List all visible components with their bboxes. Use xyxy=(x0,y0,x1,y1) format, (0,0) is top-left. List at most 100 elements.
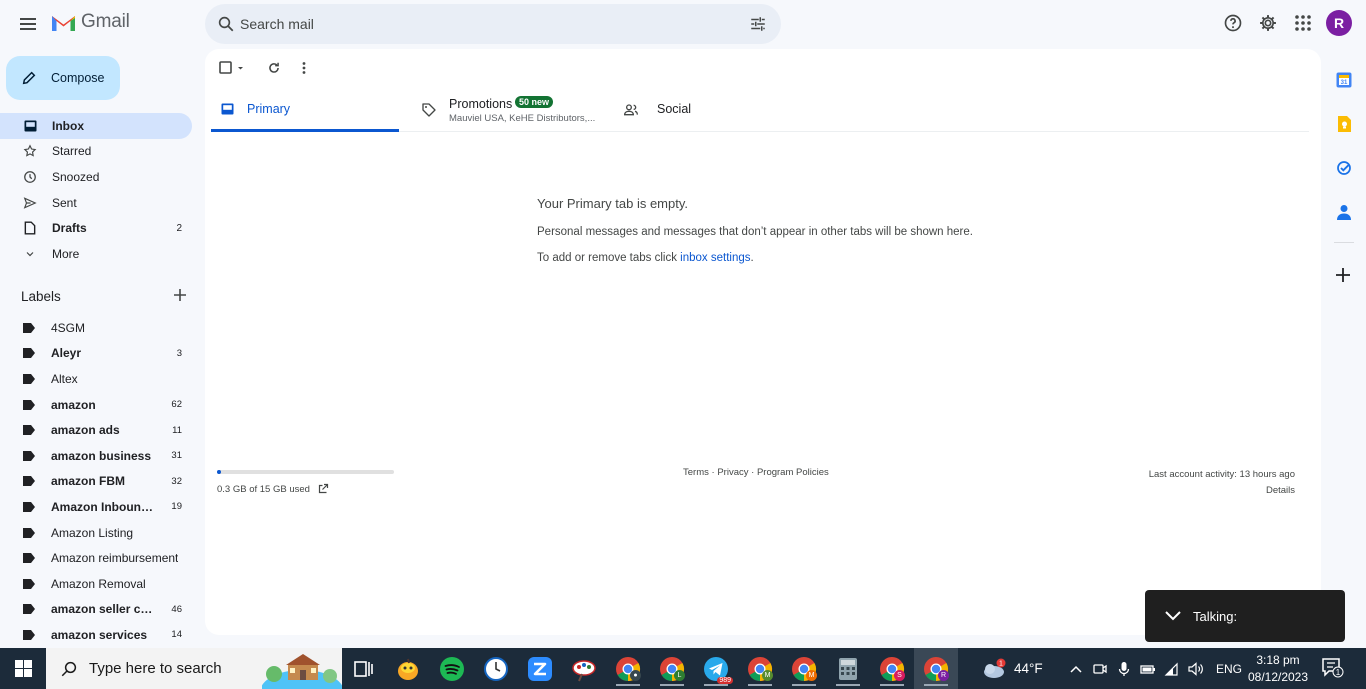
svg-text:31: 31 xyxy=(1341,80,1348,86)
clock-app-icon[interactable] xyxy=(474,648,518,689)
notification-center-icon[interactable]: 1 xyxy=(1322,658,1344,683)
label-item-amazon-fbm[interactable]: amazon FBM 32 xyxy=(0,469,192,495)
chrome-m-icon[interactable]: M xyxy=(738,648,782,689)
storage-usage: 0.3 GB of 15 GB used xyxy=(217,470,394,495)
account-avatar[interactable]: R xyxy=(1326,10,1352,36)
help-icon[interactable] xyxy=(1221,11,1245,35)
tab-primary[interactable]: Primary xyxy=(211,89,399,132)
talking-label: Talking: xyxy=(1193,609,1238,624)
storage-bar xyxy=(217,470,394,474)
sidebar-item-label: Drafts xyxy=(52,221,87,236)
label-count: 32 xyxy=(171,475,182,487)
label-name: Amazon reimbursement xyxy=(51,551,179,566)
send-icon xyxy=(23,196,37,210)
label-item-amazon[interactable]: amazon 62 xyxy=(0,392,192,418)
settings-gear-icon[interactable] xyxy=(1256,11,1280,35)
label-name: Aleyr xyxy=(51,346,82,361)
privacy-link[interactable]: Privacy xyxy=(717,467,748,478)
chrome-s-icon[interactable]: S xyxy=(870,648,914,689)
calculator-icon[interactable] xyxy=(826,648,870,689)
system-tray: ENG xyxy=(1064,648,1246,689)
label-item-amazon-inbound[interactable]: Amazon Inbound ... 19 xyxy=(0,494,192,520)
keep-icon[interactable] xyxy=(1329,102,1359,146)
battery-icon[interactable] xyxy=(1136,663,1160,675)
sidebar-item-sent[interactable]: Sent xyxy=(0,190,192,216)
gmail-logo[interactable]: Gmail xyxy=(50,11,130,33)
zoom-icon[interactable] xyxy=(518,648,562,689)
spotify-icon[interactable] xyxy=(430,648,474,689)
tab-social[interactable]: Social xyxy=(621,89,721,132)
sidebar-item-inbox[interactable]: Inbox xyxy=(0,113,192,139)
windows-start-icon[interactable] xyxy=(0,648,46,689)
select-all-checkbox[interactable] xyxy=(219,59,245,77)
microphone-icon[interactable] xyxy=(1112,661,1136,677)
label-item-amazon-listing[interactable]: Amazon Listing xyxy=(0,520,192,546)
chrome-icon[interactable]: ● xyxy=(606,648,650,689)
show-hidden-icons-chevron-icon[interactable] xyxy=(1064,665,1088,673)
volume-icon[interactable] xyxy=(1184,661,1208,676)
chrome-l-icon[interactable]: L xyxy=(650,648,694,689)
paint-app-icon[interactable] xyxy=(562,648,606,689)
talking-popup[interactable]: Talking: xyxy=(1145,590,1345,642)
get-addons-icon[interactable] xyxy=(1334,266,1352,289)
label-item-amazon-business[interactable]: amazon business 31 xyxy=(0,443,192,469)
search-input[interactable] xyxy=(239,4,739,44)
chrome-r-icon[interactable]: R xyxy=(914,648,958,689)
fruit-app-icon[interactable] xyxy=(386,648,430,689)
compose-button[interactable]: Compose xyxy=(6,56,120,100)
unread-badge: 989 xyxy=(717,677,733,684)
label-item-amazon-ads[interactable]: amazon ads 11 xyxy=(0,417,192,443)
open-external-icon[interactable] xyxy=(317,483,329,495)
sidebar-nav: Inbox Starred Snoozed Sent Drafts 2 More xyxy=(0,113,192,267)
label-tag-icon xyxy=(23,578,35,589)
label-tag-icon xyxy=(23,373,35,384)
storage-text: 0.3 GB of 15 GB used xyxy=(217,483,310,495)
profile-badge: ● xyxy=(630,670,641,681)
main-menu-icon[interactable] xyxy=(16,12,40,36)
terms-link[interactable]: Terms xyxy=(683,467,709,478)
sidebar-item-more[interactable]: More xyxy=(0,241,192,267)
category-tabs: Primary Promotions 50 new Mauviel USA, K… xyxy=(211,89,1309,132)
tasks-icon[interactable] xyxy=(1329,146,1359,190)
more-options-icon[interactable] xyxy=(302,59,306,77)
inbox-settings-link[interactable]: inbox settings xyxy=(680,252,750,264)
calendar-icon[interactable]: 31 xyxy=(1329,58,1359,102)
chrome-m2-icon[interactable]: M xyxy=(782,648,826,689)
gmail-m-icon xyxy=(52,15,75,31)
label-tag-icon xyxy=(23,527,35,538)
activity-details-link[interactable]: Details xyxy=(1149,483,1295,499)
pencil-icon xyxy=(22,71,36,85)
search-options-icon[interactable] xyxy=(749,15,767,33)
system-clock[interactable]: 3:18 pm 08/12/2023 xyxy=(1240,652,1316,686)
sidebar-item-drafts[interactable]: Drafts 2 xyxy=(0,215,192,241)
weather-widget[interactable]: 1 44°F xyxy=(980,648,1043,689)
sidebar-item-starred[interactable]: Starred xyxy=(0,139,192,165)
sidebar-item-snoozed[interactable]: Snoozed xyxy=(0,164,192,190)
label-item-amazon-removal[interactable]: Amazon Removal xyxy=(0,571,192,597)
tab-promotions[interactable]: Promotions 50 new Mauviel USA, KeHE Dist… xyxy=(419,89,609,132)
label-item-amazon-services[interactable]: amazon services 14 xyxy=(0,622,192,648)
storage-bar-fill xyxy=(217,470,221,474)
wifi-icon[interactable] xyxy=(1160,662,1184,676)
label-tag-icon xyxy=(23,450,35,461)
refresh-icon[interactable] xyxy=(267,59,281,77)
last-activity-text: Last account activity: 13 hours ago xyxy=(1148,469,1295,480)
camera-icon[interactable] xyxy=(1088,662,1112,676)
apps-grid-icon[interactable] xyxy=(1291,11,1315,35)
program-policies-link[interactable]: Program Policies xyxy=(757,467,829,478)
create-label-icon[interactable] xyxy=(173,288,187,305)
label-item-amazon-reimbursement[interactable]: Amazon reimbursement xyxy=(0,545,192,571)
label-name: amazon seller cen... xyxy=(51,602,159,617)
task-view-icon[interactable] xyxy=(342,648,386,689)
search-icon[interactable] xyxy=(217,15,235,33)
telegram-icon[interactable]: 989 xyxy=(694,648,738,689)
star-icon xyxy=(23,144,37,158)
empty-state-title: Your Primary tab is empty. xyxy=(537,196,688,211)
contacts-icon[interactable] xyxy=(1329,190,1359,234)
taskbar-search-box[interactable]: Type here to search xyxy=(46,648,342,689)
label-item-aleyr[interactable]: Aleyr 3 xyxy=(0,341,192,367)
label-count: 46 xyxy=(171,603,182,615)
label-item-4sgm[interactable]: 4SGM xyxy=(0,315,192,341)
label-item-altex[interactable]: Altex xyxy=(0,366,192,392)
label-item-amazon-seller-central[interactable]: amazon seller cen... 46 xyxy=(0,597,192,623)
